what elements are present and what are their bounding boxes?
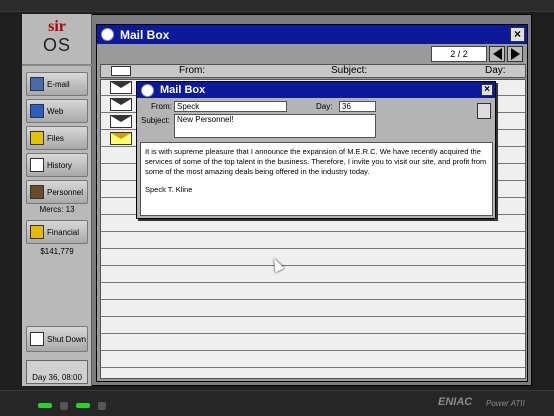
subject-field: New Personnel! <box>174 114 376 138</box>
folder-icon <box>30 131 44 145</box>
indicator-icon <box>60 402 68 410</box>
sidebar-item-label: Financial <box>47 227 80 237</box>
drive-icon <box>98 402 106 410</box>
status-text: Day 36, 08:00 <box>32 373 82 382</box>
envelope-icon <box>110 115 132 128</box>
from-field: Speck <box>174 101 287 112</box>
logo-bottom: OS <box>42 35 71 55</box>
envelope-column-icon <box>111 66 131 76</box>
message-body: It is with supreme pleasure that I annou… <box>140 142 493 216</box>
page-indicator: 2 / 2 <box>431 46 487 62</box>
shutdown-button[interactable]: Shut Down <box>26 326 88 352</box>
shutdown-label: Shut Down <box>47 334 87 344</box>
brand-model: Power ATII <box>486 399 525 408</box>
status-panel: Day 36, 08:00 <box>26 360 88 384</box>
sidebar-item-email[interactable]: E-mail <box>26 72 88 96</box>
person-icon <box>30 185 44 199</box>
logo-top: sir <box>48 18 66 35</box>
mailbox-title: Mail Box <box>120 27 170 42</box>
sidebar: sir OS E-mail Web Files History Personne… <box>22 14 92 386</box>
sidebar-item-label: Web <box>47 106 64 116</box>
os-logo: sir OS <box>22 18 92 66</box>
sidebar-item-web[interactable]: Web <box>26 99 88 123</box>
sidebar-item-label: Files <box>47 133 64 143</box>
subject-label: Subject: <box>141 116 170 125</box>
envelope-new-icon <box>110 132 132 145</box>
from-label: From: <box>151 102 172 111</box>
arrow-left-icon <box>492 48 502 60</box>
brand-logo: ENIAC <box>438 396 473 408</box>
message-signature: Speck T. Kline <box>145 185 193 194</box>
message-text: It is with supreme pleasure that I annou… <box>145 147 487 176</box>
sidebar-item-label: History <box>47 160 72 170</box>
message-titlebar: Mail Box <box>137 82 495 98</box>
mailbox-titlebar: Mail Box <box>97 25 527 44</box>
sidebar-item-personnel[interactable]: Personnel <box>26 180 88 204</box>
bezel-top <box>0 0 554 12</box>
trash-icon[interactable] <box>477 103 491 119</box>
power-led <box>38 403 52 408</box>
sidebar-item-financial[interactable]: Financial <box>26 220 88 244</box>
mail-row <box>101 284 525 300</box>
mailbox-icon <box>101 28 114 41</box>
mailbox-close-button[interactable]: × <box>510 27 525 42</box>
next-page-button[interactable] <box>507 46 523 62</box>
mail-row <box>101 233 525 249</box>
subject-column-header[interactable]: Subject: <box>331 65 367 76</box>
mail-row <box>101 301 525 317</box>
mail-row <box>101 335 525 351</box>
prev-page-button[interactable] <box>489 46 505 62</box>
globe-icon <box>30 104 44 118</box>
message-window: Mail Box × From: Speck Day: 36 Subject: … <box>136 81 496 219</box>
mail-row <box>101 352 525 368</box>
mail-row <box>101 318 525 334</box>
mercs-count: Mercs: 13 <box>39 205 75 214</box>
book-icon <box>30 158 44 172</box>
from-column-header[interactable]: From: <box>179 65 205 76</box>
mailbox-icon <box>141 83 154 97</box>
message-title: Mail Box <box>160 84 206 96</box>
message-close-button[interactable]: × <box>481 84 493 96</box>
mail-row <box>101 267 525 283</box>
activity-led <box>76 403 90 408</box>
day-field: 36 <box>339 101 376 112</box>
sidebar-item-label: E-mail <box>47 79 70 89</box>
arrow-right-icon <box>510 48 520 60</box>
sidebar-item-label: Personnel <box>47 187 84 197</box>
power-icon <box>30 332 44 346</box>
day-label: Day: <box>316 102 333 111</box>
financial-balance: $141,779 <box>40 247 74 256</box>
sidebar-item-files[interactable]: Files <box>26 126 88 150</box>
envelope-icon <box>110 81 132 94</box>
mail-list-header: From: Subject: Day: <box>100 64 526 78</box>
day-column-header[interactable]: Day: <box>485 65 506 76</box>
envelope-icon <box>110 98 132 111</box>
mail-icon <box>30 77 44 91</box>
dollar-icon <box>30 225 44 239</box>
mail-row <box>101 250 525 266</box>
sidebar-item-history[interactable]: History <box>26 153 88 177</box>
